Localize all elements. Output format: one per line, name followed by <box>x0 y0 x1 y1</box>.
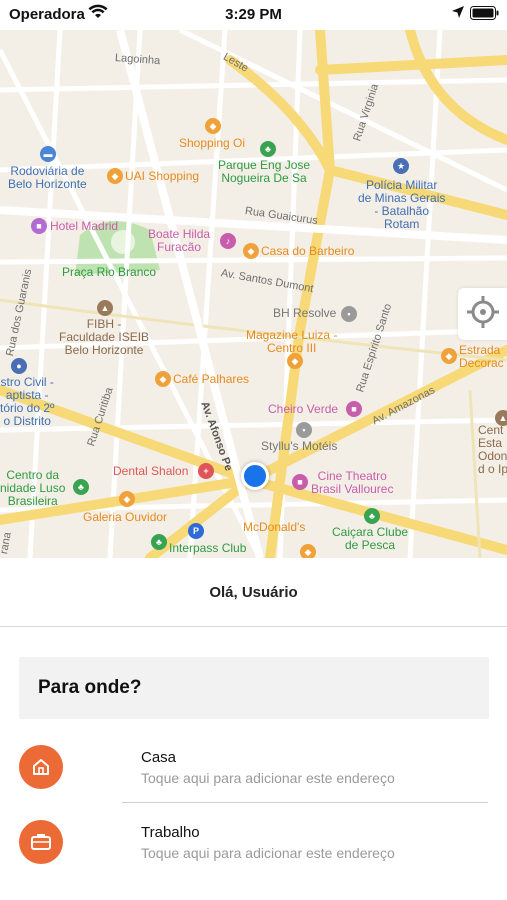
poi-uai[interactable]: UAI Shopping <box>125 170 199 183</box>
poi-cafe[interactable]: Café Palhares <box>173 373 249 386</box>
poi-boate[interactable]: Boate Hilda Furacão <box>148 228 210 254</box>
poi-galeria[interactable]: Galeria Ouvidor <box>83 511 167 524</box>
poi-parking-pin[interactable]: P <box>188 523 204 539</box>
saved-place-home-title: Casa <box>141 749 177 766</box>
destination-search-box[interactable]: Para onde? <box>19 657 489 719</box>
poi-styllu-pin[interactable]: • <box>296 422 312 438</box>
poi-dental[interactable]: Dental Shalon <box>113 465 188 478</box>
poi-praca[interactable]: Praça Rio Branco <box>62 266 156 279</box>
greeting-title: Olá, Usuário <box>0 558 507 627</box>
clock: 3:29 PM <box>225 6 282 23</box>
poi-centro-luso[interactable]: Centro da nidade Luso Brasileira <box>0 469 65 508</box>
poi-civil-pin[interactable]: ● <box>11 358 27 374</box>
saved-place-work-subtitle: Toque aqui para adicionar este endereço <box>141 845 395 861</box>
destination-search-label: Para onde? <box>38 677 142 698</box>
saved-place-work-title: Trabalho <box>141 824 200 841</box>
poi-boate-pin[interactable]: ♪ <box>220 233 236 249</box>
home-icon <box>19 745 63 789</box>
poi-dental-pin[interactable]: + <box>198 463 214 479</box>
poi-policia-pin[interactable]: ★ <box>393 158 409 174</box>
poi-hotel-pin[interactable]: ■ <box>31 218 47 234</box>
location-arrow-icon <box>451 5 465 23</box>
poi-bh-resolve[interactable]: BH Resolve <box>273 307 336 320</box>
battery-icon <box>470 6 500 25</box>
poi-cafe-pin[interactable]: ◆ <box>155 371 171 387</box>
poi-barbeiro-pin[interactable]: ◆ <box>243 243 259 259</box>
poi-cine-pin[interactable]: ■ <box>292 474 308 490</box>
poi-magazine[interactable]: Magazine Luiza - Centro III <box>246 329 337 355</box>
poi-uai-pin[interactable]: ◆ <box>107 168 123 184</box>
poi-cheiro-pin[interactable]: ■ <box>346 401 362 417</box>
poi-centro-luso-pin[interactable]: ♣ <box>73 479 89 495</box>
poi-rodoviaria[interactable]: Rodoviária de Belo Horizonte <box>8 165 87 191</box>
poi-hotel[interactable]: Hotel Madrid <box>50 220 118 233</box>
map-view[interactable]: ◆ ♣ ▬ ◆ ★ ■ ♪ ◆ ▲ • ◆ ◆ ● ◆ ■ • ▲ ♣ + ■ … <box>0 30 507 558</box>
poi-interpass-pin[interactable]: ♣ <box>151 534 167 550</box>
saved-place-home[interactable]: Casa Toque aqui para adicionar este ende… <box>0 733 507 803</box>
poi-mcdonalds-pin[interactable]: ◆ <box>300 544 316 558</box>
poi-shopping-oi-pin[interactable]: ◆ <box>205 118 221 134</box>
poi-estrada[interactable]: Estrada Decorac <box>459 344 504 370</box>
poi-parque[interactable]: Parque Eng Jose Nogueira De Sa <box>218 159 310 185</box>
poi-magazine-pin[interactable]: ◆ <box>287 353 303 369</box>
poi-fibh-pin[interactable]: ▲ <box>97 300 113 316</box>
places-divider <box>122 802 488 803</box>
poi-shopping-oi[interactable]: Shopping Oi <box>179 137 245 150</box>
status-bar: Operadora 3:29 PM <box>0 0 507 30</box>
poi-styllu[interactable]: Styllu's Motéis <box>261 440 337 453</box>
saved-place-home-subtitle: Toque aqui para adicionar este endereço <box>141 770 395 786</box>
poi-cheiro[interactable]: Cheiro Verde <box>268 403 338 416</box>
user-location-dot <box>241 462 269 490</box>
crosshair-icon <box>465 294 501 335</box>
poi-cent[interactable]: Cent Esta Odonto d o Ipi <box>478 424 507 476</box>
poi-interpass[interactable]: Interpass Club <box>169 542 246 555</box>
poi-civil[interactable]: stro Civil - aptista - tório do 2º o Dis… <box>0 376 54 428</box>
poi-mcdonalds[interactable]: McDonald's <box>243 521 305 534</box>
poi-rodoviaria-pin[interactable]: ▬ <box>40 146 56 162</box>
briefcase-icon <box>19 820 63 864</box>
poi-parque-pin[interactable]: ♣ <box>260 141 276 157</box>
poi-bh-resolve-pin[interactable]: • <box>341 306 357 322</box>
poi-galeria-pin[interactable]: ◆ <box>119 491 135 507</box>
poi-caicara-pin[interactable]: ♣ <box>364 508 380 524</box>
poi-policia[interactable]: Polícia Militar de Minas Gerais - Batalh… <box>358 179 445 231</box>
poi-cine[interactable]: Cine Theatro Brasil Vallourec <box>311 470 393 496</box>
poi-barbeiro[interactable]: Casa do Barbeiro <box>261 245 354 258</box>
poi-estrada-pin[interactable]: ◆ <box>441 348 457 364</box>
recenter-button[interactable] <box>458 288 507 340</box>
poi-caicara[interactable]: Caiçara Clube de Pesca <box>332 526 408 552</box>
poi-fibh[interactable]: FIBH - Faculdade ISEIB Belo Horizonte <box>59 318 149 357</box>
saved-place-work[interactable]: Trabalho Toque aqui para adicionar este … <box>0 808 507 878</box>
